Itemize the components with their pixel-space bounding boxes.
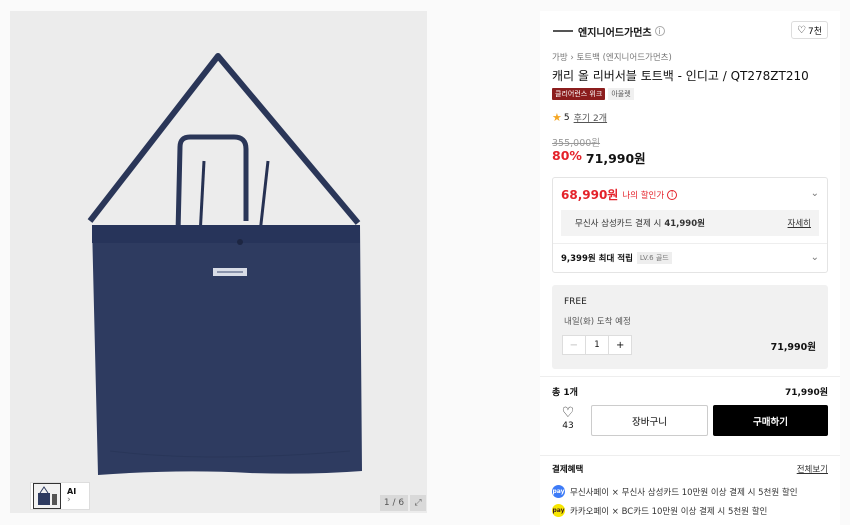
add-to-cart-button[interactable]: 장바구니 [591, 405, 708, 436]
badge-row: 클리어런스 위크 아울렛 [552, 88, 634, 100]
expand-icon[interactable]: ⤢ [410, 495, 426, 511]
price-row: 80% 71,990원 [552, 148, 646, 167]
original-price: 355,000원 [552, 138, 601, 149]
brand-logo[interactable] [552, 25, 574, 37]
thumbnail-image[interactable] [33, 483, 61, 509]
brand-like-count: 7천 [807, 26, 822, 37]
heart-icon: ♡ [561, 405, 575, 421]
chevron-down-icon[interactable]: ⌄ [811, 188, 819, 199]
buy-now-button[interactable]: 구매하기 [713, 405, 828, 436]
brand-name[interactable]: 엔지니어드가먼츠 [578, 24, 652, 39]
my-price-value: 68,990원 [561, 188, 619, 202]
card-discount-text: 무신사 삼성카드 결제 시 [575, 219, 662, 229]
kakao-pay-icon: pay [552, 504, 565, 517]
discount-box: 68,990원 나의 할인가 i ⌄ 무신사 삼성카드 결제 시 41,990원… [552, 177, 828, 273]
product-image-gallery[interactable]: AI › 1 / 6 ⤢ [10, 11, 427, 513]
info-icon[interactable]: i [667, 189, 678, 200]
total-count: 총 1개 [552, 388, 578, 398]
clearance-badge: 클리어런스 위크 [552, 88, 606, 100]
info-icon[interactable]: i [654, 26, 665, 36]
thumbnail-bag-icon [38, 486, 57, 505]
sale-price: 71,990원 [585, 151, 646, 166]
divider [540, 376, 840, 377]
card-discount-price: 41,990원 [664, 219, 705, 229]
view-all-link[interactable]: 전체보기 [797, 463, 828, 475]
product-info-panel: 엔지니어드가먼츠 i ♡ 7천 가방 › 토트백 (엔지니어드가먼츠) 캐리 올… [540, 11, 840, 525]
brand-row: 엔지니어드가먼츠 i ♡ 7천 [552, 21, 828, 41]
option-price: 71,990원 [770, 342, 816, 353]
star-icon: ★ [552, 111, 562, 124]
rating-row: ★ 5 후기 2개 [552, 111, 607, 124]
option-box: FREE 내일(화) 도착 예정 − 1 + 71,990원 [552, 285, 828, 369]
payment-benefits-title: 결제혜택 [552, 465, 584, 475]
quantity-value[interactable]: 1 [586, 336, 609, 354]
points-row[interactable]: 9,399원 최대 적립 LV.6 골드 [561, 252, 672, 264]
detail-link[interactable]: 자세히 [788, 217, 811, 229]
quantity-stepper[interactable]: − 1 + [562, 335, 632, 355]
level-badge: LV.6 골드 [636, 252, 672, 264]
musinsa-pay-icon: pay [552, 485, 565, 498]
product-image [10, 11, 427, 513]
payment-benefits-header: 결제혜택 전체보기 [552, 463, 828, 475]
discount-rate: 80% [552, 148, 582, 163]
benefit-item[interactable]: pay 카카오페이 × BC카드 10만원 이상 결제 시 5천원 할인 [552, 504, 767, 517]
arrival-date: 내일(화) 도착 예정 [564, 317, 631, 327]
product-page: AI › 1 / 6 ⤢ 엔지니어드가먼츠 i ♡ 7천 가방 › 토트백 (엔… [0, 0, 850, 525]
shipping-label: FREE [564, 297, 587, 307]
product-title: 캐리 올 리버서블 토트백 - 인디고 / QT278ZT210 [552, 69, 809, 83]
increase-button[interactable]: + [608, 336, 631, 354]
divider [540, 455, 840, 456]
breadcrumb[interactable]: 가방 › 토트백 (엔지니어드가먼츠) [552, 51, 672, 63]
points-text: 9,399원 최대 적립 [561, 254, 633, 264]
brand-like-button[interactable]: ♡ 7천 [791, 21, 828, 39]
wishlist-button[interactable]: ♡ 43 [552, 405, 584, 437]
thumbnail-strip[interactable]: AI › [30, 482, 90, 510]
benefit-text: 무신사페이 × 무신사 삼성카드 10만원 이상 결제 시 5천원 할인 [570, 487, 798, 498]
wishlist-count: 43 [562, 421, 574, 431]
review-link[interactable]: 후기 2개 [574, 111, 607, 124]
outlet-badge: 아울렛 [608, 88, 634, 100]
my-price-row[interactable]: 68,990원 나의 할인가 i [561, 186, 678, 203]
card-discount-row: 무신사 삼성카드 결제 시 41,990원 자세히 [561, 210, 819, 236]
total-row: 총 1개 71,990원 [552, 385, 828, 398]
benefit-item[interactable]: pay 무신사페이 × 무신사 삼성카드 10만원 이상 결제 시 5천원 할인 [552, 485, 798, 498]
heart-icon: ♡ [797, 24, 806, 36]
divider [553, 243, 827, 244]
benefit-text: 카카오페이 × BC카드 10만원 이상 결제 시 5천원 할인 [570, 506, 768, 517]
decrease-button[interactable]: − [563, 336, 586, 354]
ai-thumbnail[interactable]: AI › [67, 487, 76, 505]
total-price: 71,990원 [784, 388, 828, 398]
rating-score: 5 [563, 112, 570, 123]
my-price-label: 나의 할인가 [622, 190, 665, 201]
chevron-right-icon: › [67, 494, 71, 505]
chevron-down-icon[interactable]: ⌄ [811, 252, 819, 263]
image-counter: 1 / 6 [380, 495, 408, 511]
